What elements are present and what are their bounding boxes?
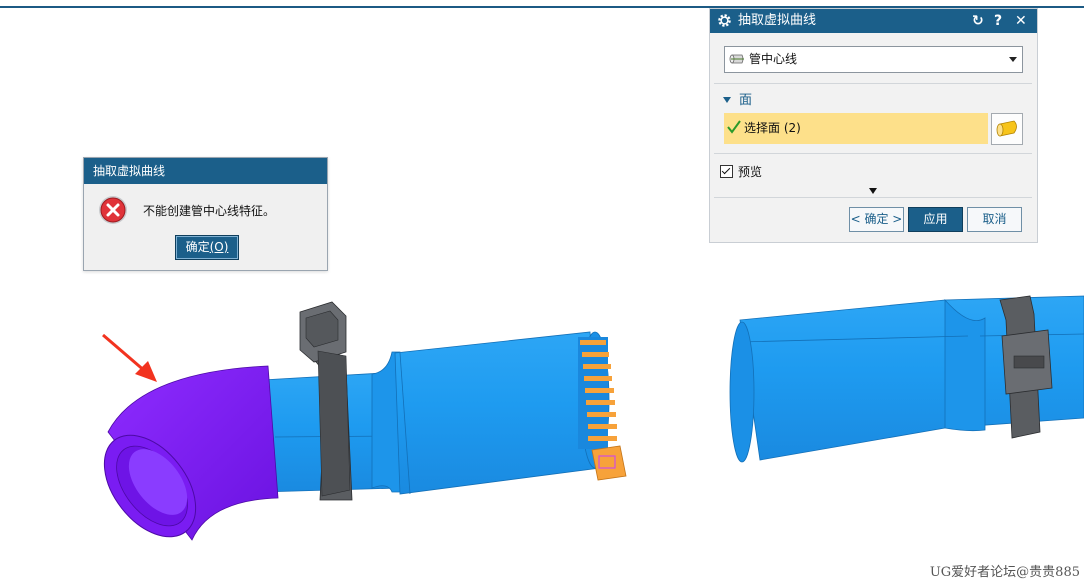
type-dropdown-value: 管中心线 [749,52,798,66]
error-dialog-title: 抽取虚拟曲线 [84,158,327,184]
divider [714,197,1032,198]
preview-label: 预览 [738,165,763,179]
divider [714,83,1032,84]
error-message: 不能创建管中心线特征。 [143,204,276,218]
chevron-down-icon [1009,57,1017,62]
panel-title: 抽取虚拟曲线 [738,13,817,28]
type-dropdown[interactable]: 管中心线 [724,46,1023,73]
error-ok-label: 确定 [185,240,210,254]
help-icon[interactable]: ? [994,9,1002,33]
face-group-header[interactable]: 面 [723,89,752,108]
collapse-triangle-icon [723,96,731,103]
ok-button[interactable]: < 确定 > [849,207,904,232]
preview-checkbox[interactable]: 预览 [720,163,762,180]
reset-icon[interactable]: ↻ [972,9,984,33]
error-ok-button[interactable]: 确定(O) [175,235,239,260]
error-ok-shortcut: (O) [209,240,229,254]
select-face-label: 选择面 (2) [744,121,801,135]
checkbox-checked-icon [720,165,733,178]
check-icon [727,120,741,134]
watermark: UG爱好者论坛@贵贵885 [929,565,1080,580]
apply-button[interactable]: 应用 [908,207,963,232]
annotation-arrow [102,333,157,382]
face-selector-button[interactable] [991,113,1023,145]
error-dialog: 抽取虚拟曲线 不能创建管中心线特征。 确定(O) [83,157,328,271]
elbow-fitting[interactable] [86,365,279,554]
cylinder-face-icon [996,120,1017,137]
face-group-label: 面 [739,93,753,108]
pipe-icon [729,54,744,64]
extract-virtual-curve-panel: 抽取虚拟曲线 ↻ ? ✕ 管中心线 面 选择面 (2) 预览 < 确定 > 应用… [709,8,1038,243]
gear-icon [718,14,731,27]
select-face-row[interactable]: 选择面 (2) [724,113,988,144]
cancel-button[interactable]: 取消 [967,207,1022,232]
error-icon [99,196,127,224]
divider [714,153,1032,154]
more-options-triangle-icon[interactable] [869,188,877,194]
panel-titlebar: 抽取虚拟曲线 ↻ ? ✕ [710,9,1037,33]
close-icon[interactable]: ✕ [1015,9,1027,33]
